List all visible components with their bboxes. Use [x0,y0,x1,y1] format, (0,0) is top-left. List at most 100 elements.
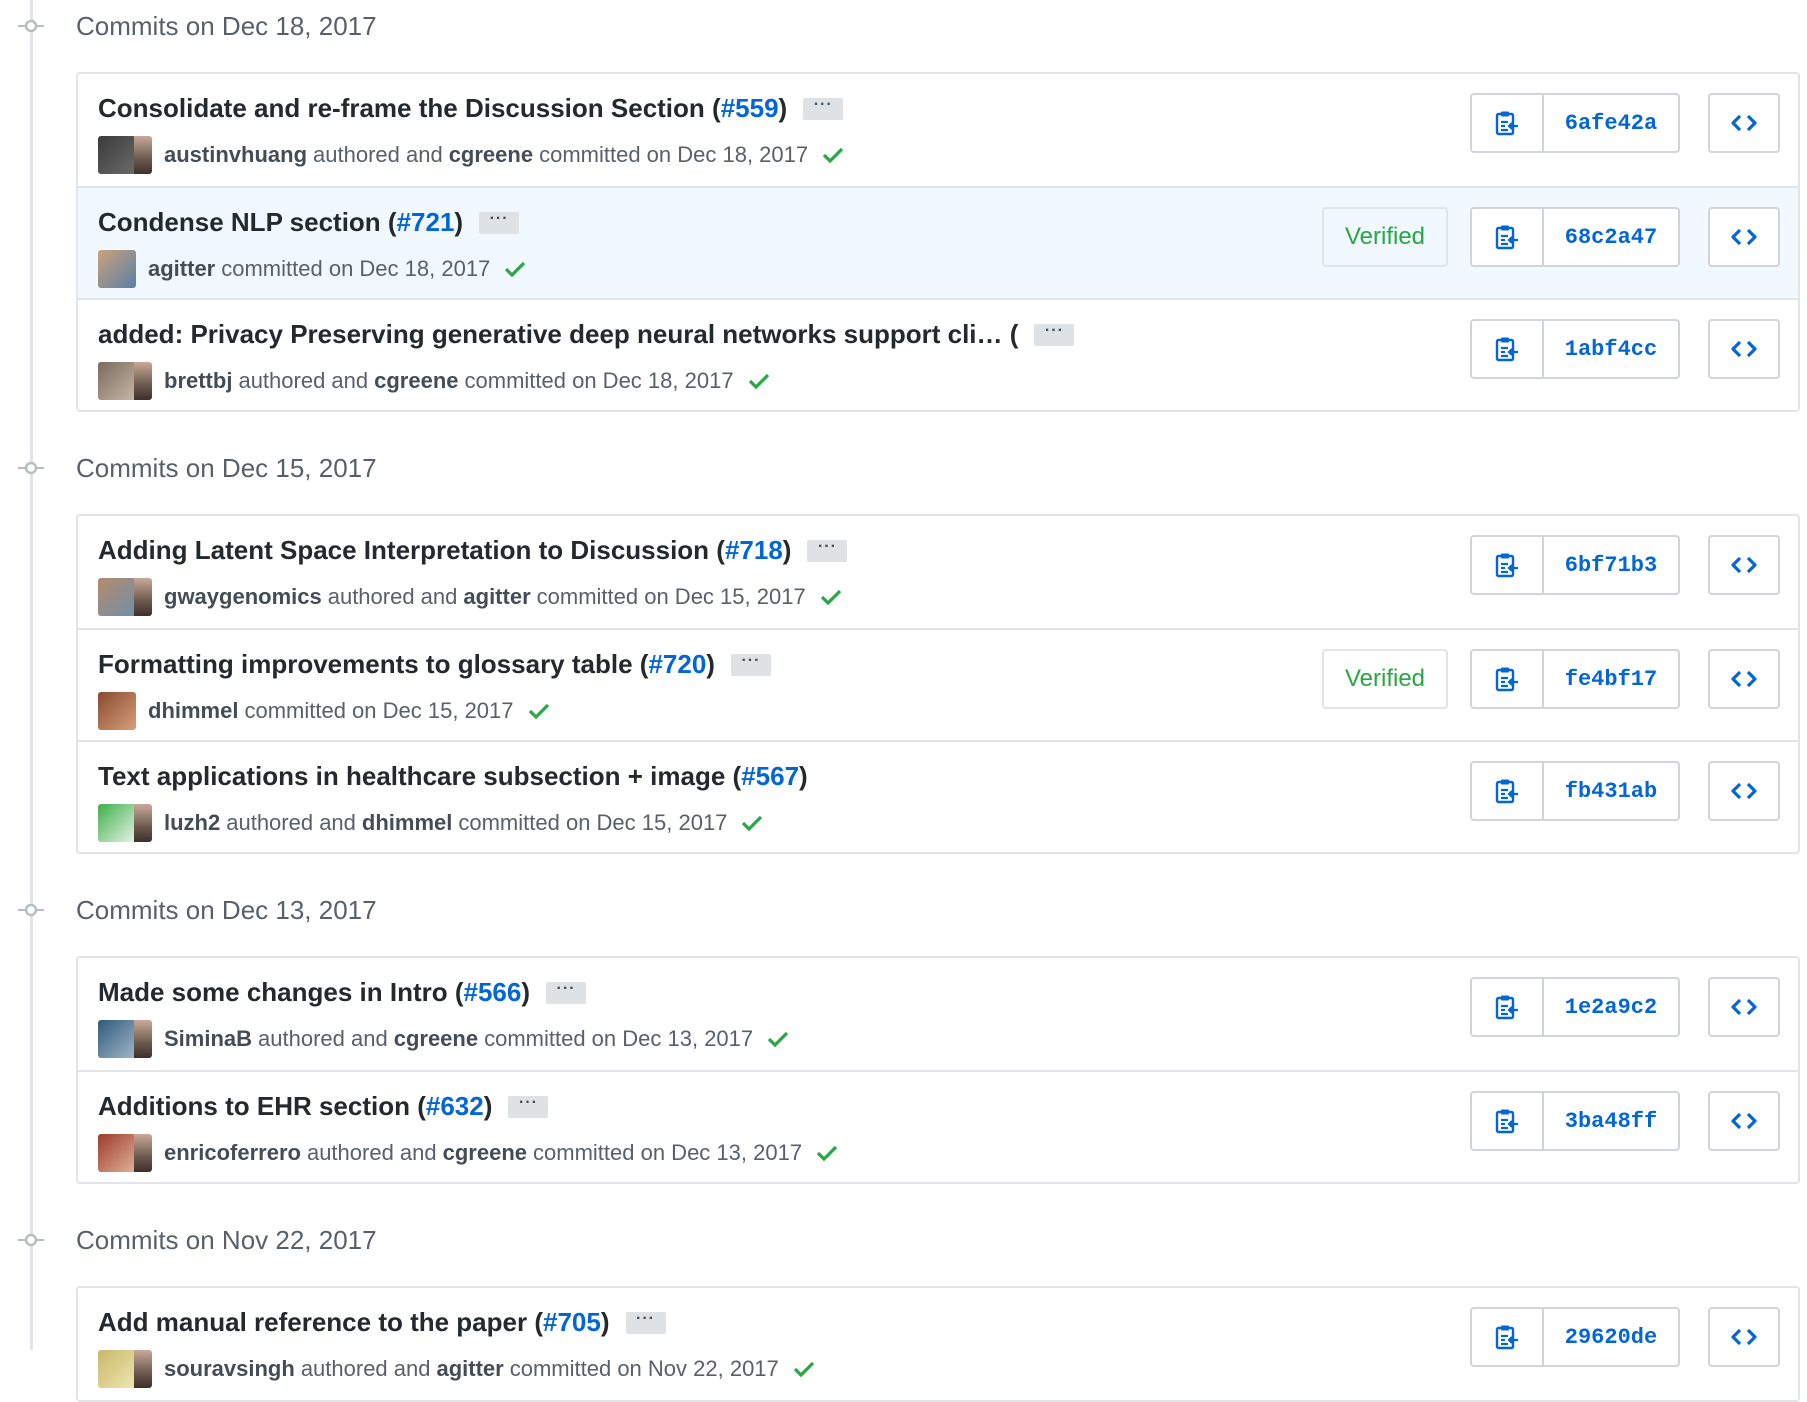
commit-message-end[interactable]: ) [783,535,792,566]
check-icon[interactable] [793,1360,815,1378]
commit-sha-link[interactable]: fe4bf17 [1544,651,1678,707]
clippy-icon[interactable] [1472,321,1544,377]
committer-link[interactable]: cgreene [449,142,533,168]
clippy-icon[interactable] [1472,979,1544,1035]
commit-sha-link[interactable]: 29620de [1544,1309,1678,1365]
commit-message-link[interactable]: Made some changes in Intro ( [98,977,464,1008]
commit-sha-link[interactable]: fb431ab [1544,763,1678,819]
committer-link[interactable]: cgreene [394,1026,478,1052]
committer-avatar[interactable] [134,362,152,400]
commit-message-link[interactable]: Adding Latent Space Interpretation to Di… [98,535,725,566]
commit-sha-link[interactable]: 1e2a9c2 [1544,979,1678,1035]
commit-sha-link[interactable]: 1abf4cc [1544,321,1678,377]
author-link[interactable]: agitter [148,256,215,282]
committer-avatar[interactable] [134,1350,152,1388]
check-icon[interactable] [820,588,842,606]
commit-message-link[interactable]: Text applications in healthcare subsecti… [98,761,741,792]
commit-message-link[interactable]: Condense NLP section ( [98,207,397,238]
commit-message-end[interactable]: ) [521,977,530,1008]
commit-message-end[interactable]: ) [799,761,808,792]
author-link[interactable]: brettbj [164,368,232,394]
check-icon[interactable] [822,146,844,164]
author-avatar[interactable] [98,692,136,730]
check-icon[interactable] [741,814,763,832]
commit-message-link[interactable]: Consolidate and re-frame the Discussion … [98,93,721,124]
pull-request-link[interactable]: #632 [426,1091,484,1122]
author-link[interactable]: austinvhuang [164,142,307,168]
clippy-icon[interactable] [1472,1309,1544,1365]
check-icon[interactable] [767,1030,789,1048]
clippy-icon[interactable] [1472,1093,1544,1149]
author-avatar[interactable] [98,804,136,842]
expand-message-button[interactable]: ··· [807,538,848,562]
code-icon[interactable] [1708,207,1780,267]
commit-sha-link[interactable]: 3ba48ff [1544,1093,1678,1149]
pull-request-link[interactable]: #705 [543,1307,601,1338]
expand-message-button[interactable]: ··· [508,1094,549,1118]
pull-request-link[interactable]: #720 [648,649,706,680]
committer-link[interactable]: cgreene [443,1140,527,1166]
committer-link[interactable]: agitter [436,1356,503,1382]
expand-message-button[interactable]: ··· [803,96,844,120]
commit-message-end[interactable]: ) [601,1307,610,1338]
expand-message-button[interactable]: ··· [546,980,587,1004]
code-icon[interactable] [1708,977,1780,1037]
commit-message-end[interactable]: ) [706,649,715,680]
commit-message-end[interactable]: ) [779,93,788,124]
code-icon[interactable] [1708,649,1780,709]
clippy-icon[interactable] [1472,95,1544,151]
pull-request-link[interactable]: #559 [721,93,779,124]
check-icon[interactable] [748,372,770,390]
author-avatar[interactable] [98,1134,136,1172]
committer-avatar[interactable] [134,1020,152,1058]
clippy-icon[interactable] [1472,763,1544,819]
author-avatar[interactable] [98,136,136,174]
code-icon[interactable] [1708,1307,1780,1367]
verified-badge[interactable]: Verified [1322,649,1448,709]
check-icon[interactable] [816,1144,838,1162]
pull-request-link[interactable]: #718 [725,535,783,566]
commit-message-link[interactable]: Additions to EHR section ( [98,1091,426,1122]
clippy-icon[interactable] [1472,209,1544,265]
committer-avatar[interactable] [134,804,152,842]
expand-message-button[interactable]: ··· [479,210,520,234]
author-link[interactable]: dhimmel [148,698,238,724]
committer-link[interactable]: cgreene [374,368,458,394]
author-avatar[interactable] [98,250,136,288]
committer-link[interactable]: agitter [463,584,530,610]
commit-sha-link[interactable]: 6bf71b3 [1544,537,1678,593]
commit-message-end[interactable]: ) [484,1091,493,1122]
code-icon[interactable] [1708,93,1780,153]
pull-request-link[interactable]: #721 [397,207,455,238]
code-icon[interactable] [1708,1091,1780,1151]
commit-sha-link[interactable]: 68c2a47 [1544,209,1678,265]
expand-message-button[interactable]: ··· [625,1310,666,1334]
commit-message-link[interactable]: Add manual reference to the paper ( [98,1307,543,1338]
author-avatar[interactable] [98,362,136,400]
pull-request-link[interactable]: #566 [464,977,522,1008]
committer-link[interactable]: dhimmel [362,810,452,836]
check-icon[interactable] [504,260,526,278]
code-icon[interactable] [1708,761,1780,821]
committer-avatar[interactable] [134,578,152,616]
author-link[interactable]: luzh2 [164,810,220,836]
pull-request-link[interactable]: #567 [741,761,799,792]
author-avatar[interactable] [98,1020,136,1058]
author-link[interactable]: souravsingh [164,1356,295,1382]
verified-badge[interactable]: Verified [1322,207,1448,267]
committer-avatar[interactable] [134,136,152,174]
author-avatar[interactable] [98,1350,136,1388]
author-link[interactable]: enricoferrero [164,1140,301,1166]
commit-message-link[interactable]: Formatting improvements to glossary tabl… [98,649,648,680]
author-avatar[interactable] [98,578,136,616]
code-icon[interactable] [1708,319,1780,379]
clippy-icon[interactable] [1472,537,1544,593]
expand-message-button[interactable]: ··· [1034,322,1075,346]
code-icon[interactable] [1708,535,1780,595]
author-link[interactable]: gwaygenomics [164,584,322,610]
committer-avatar[interactable] [134,1134,152,1172]
commit-sha-link[interactable]: 6afe42a [1544,95,1678,151]
author-link[interactable]: SiminaB [164,1026,252,1052]
commit-message-end[interactable]: ) [454,207,463,238]
check-icon[interactable] [528,702,550,720]
